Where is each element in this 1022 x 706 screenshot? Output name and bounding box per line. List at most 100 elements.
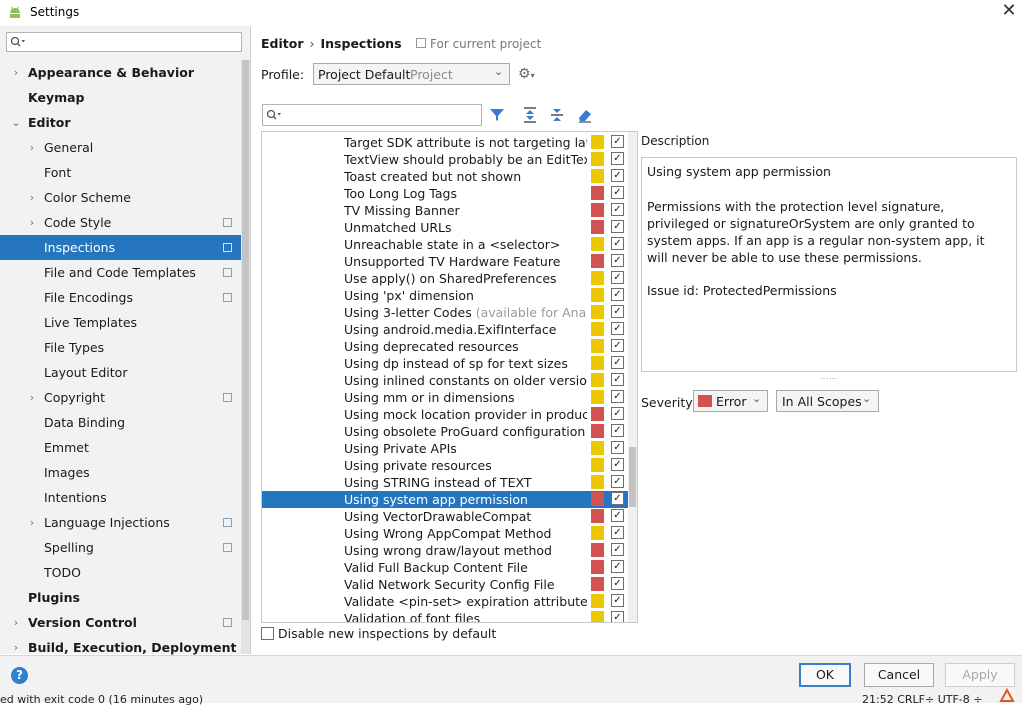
- sidebar-item[interactable]: Inspections: [0, 235, 241, 260]
- chevron-right-icon[interactable]: ›: [26, 385, 38, 410]
- inspection-checkbox[interactable]: ✓: [611, 356, 624, 369]
- inspection-row[interactable]: Using Wrong AppCompat Method ✓: [262, 525, 628, 542]
- inspection-checkbox[interactable]: ✓: [611, 322, 624, 335]
- sidebar-item[interactable]: › Version Control: [0, 610, 241, 635]
- inspections-search-input[interactable]: [262, 104, 482, 126]
- chevron-down-icon[interactable]: ⌄: [10, 110, 22, 135]
- sidebar-item[interactable]: TODO: [0, 560, 241, 585]
- chevron-right-icon[interactable]: ›: [26, 210, 38, 235]
- chevron-right-icon[interactable]: ›: [10, 610, 22, 635]
- inspection-checkbox[interactable]: ✓: [611, 577, 624, 590]
- inspection-row[interactable]: Using VectorDrawableCompat ✓: [262, 508, 628, 525]
- inspection-row[interactable]: Using system app permission ✓: [262, 491, 628, 508]
- inspection-row[interactable]: Using obsolete ProGuard configuration ✓: [262, 423, 628, 440]
- inspection-row[interactable]: Using mock location provider in producti…: [262, 406, 628, 423]
- inspection-row[interactable]: Using android.media.ExifInterface ✓: [262, 321, 628, 338]
- collapse-all-icon[interactable]: [548, 106, 566, 124]
- inspection-row[interactable]: Using 'px' dimension ✓: [262, 287, 628, 304]
- sidebar-item[interactable]: ⌄ Editor: [0, 110, 241, 135]
- inspection-checkbox[interactable]: ✓: [611, 169, 624, 182]
- inspection-checkbox[interactable]: ✓: [611, 492, 624, 505]
- inspection-checkbox[interactable]: ✓: [611, 186, 624, 199]
- chevron-right-icon[interactable]: ›: [26, 185, 38, 210]
- inspection-checkbox[interactable]: ✓: [611, 254, 624, 267]
- inspection-checkbox[interactable]: ✓: [611, 220, 624, 233]
- inspection-checkbox[interactable]: ✓: [611, 373, 624, 386]
- sidebar-item[interactable]: Intentions: [0, 485, 241, 510]
- inspection-row[interactable]: Use apply() on SharedPreferences ✓: [262, 270, 628, 287]
- sidebar-item[interactable]: Font: [0, 160, 241, 185]
- chevron-right-icon[interactable]: ›: [10, 60, 22, 85]
- expand-all-icon[interactable]: [521, 106, 539, 124]
- inspection-checkbox[interactable]: ✓: [611, 509, 624, 522]
- sidebar-item[interactable]: Plugins: [0, 585, 241, 610]
- inspection-row[interactable]: Toast created but not shown ✓: [262, 168, 628, 185]
- inspection-row[interactable]: Using mm or in dimensions ✓: [262, 389, 628, 406]
- inspection-row[interactable]: Unmatched URLs ✓: [262, 219, 628, 236]
- help-icon[interactable]: ?: [11, 667, 28, 684]
- sidebar-item[interactable]: File Encodings: [0, 285, 241, 310]
- sidebar-item[interactable]: Images: [0, 460, 241, 485]
- ok-button[interactable]: OK: [799, 663, 851, 687]
- inspection-checkbox[interactable]: ✓: [611, 237, 624, 250]
- sidebar-item[interactable]: Data Binding: [0, 410, 241, 435]
- sidebar-item[interactable]: › General: [0, 135, 241, 160]
- inspection-checkbox[interactable]: ✓: [611, 305, 624, 318]
- settings-search-input[interactable]: [6, 32, 242, 52]
- inspection-row[interactable]: Unsupported TV Hardware Feature ✓: [262, 253, 628, 270]
- apply-button[interactable]: Apply: [945, 663, 1015, 687]
- sidebar-item[interactable]: Keymap: [0, 85, 241, 110]
- sidebar-item[interactable]: Emmet: [0, 435, 241, 460]
- cancel-button[interactable]: Cancel: [864, 663, 934, 687]
- sidebar-item[interactable]: Layout Editor: [0, 360, 241, 385]
- sidebar-item[interactable]: Spelling: [0, 535, 241, 560]
- gear-icon[interactable]: ⚙▾: [518, 66, 535, 82]
- inspection-row[interactable]: Valid Full Backup Content File ✓: [262, 559, 628, 576]
- sidebar-item[interactable]: File and Code Templates: [0, 260, 241, 285]
- inspection-row[interactable]: Using dp instead of sp for text sizes ✓: [262, 355, 628, 372]
- filter-icon[interactable]: [488, 106, 506, 124]
- sidebar-scrollbar-thumb[interactable]: [242, 60, 249, 620]
- inspection-row[interactable]: Using inlined constants on older version…: [262, 372, 628, 389]
- inspection-checkbox[interactable]: ✓: [611, 271, 624, 284]
- sidebar-item[interactable]: › Appearance & Behavior: [0, 60, 241, 85]
- inspection-row[interactable]: Unreachable state in a <selector> ✓: [262, 236, 628, 253]
- splitter-handle[interactable]: ⋯⋯: [820, 374, 838, 383]
- sidebar-item[interactable]: › Copyright: [0, 385, 241, 410]
- inspection-checkbox[interactable]: ✓: [611, 526, 624, 539]
- inspection-checkbox[interactable]: ✓: [611, 203, 624, 216]
- inspection-row[interactable]: Using deprecated resources ✓: [262, 338, 628, 355]
- inspection-row[interactable]: Using private resources ✓: [262, 457, 628, 474]
- inspection-row[interactable]: TextView should probably be an EditText ✓: [262, 151, 628, 168]
- inspection-row[interactable]: Too Long Log Tags ✓: [262, 185, 628, 202]
- chevron-right-icon[interactable]: ›: [26, 135, 38, 160]
- inspection-checkbox[interactable]: ✓: [611, 594, 624, 607]
- inspections-scrollbar[interactable]: [628, 132, 637, 622]
- inspection-row[interactable]: Using 3-letter Codes (available for Anal…: [262, 304, 628, 321]
- inspection-checkbox[interactable]: ✓: [611, 424, 624, 437]
- inspection-checkbox[interactable]: ✓: [611, 458, 624, 471]
- chevron-right-icon[interactable]: ›: [26, 510, 38, 535]
- inspection-row[interactable]: Validate <pin-set> expiration attribute ✓: [262, 593, 628, 610]
- inspection-row[interactable]: Using STRING instead of TEXT ✓: [262, 474, 628, 491]
- inspection-row[interactable]: Validation of font files ✓: [262, 610, 628, 622]
- inspection-checkbox[interactable]: ✓: [611, 339, 624, 352]
- inspection-checkbox[interactable]: ✓: [611, 611, 624, 622]
- inspection-row[interactable]: TV Missing Banner ✓: [262, 202, 628, 219]
- reset-eraser-icon[interactable]: [576, 106, 594, 124]
- inspection-checkbox[interactable]: ✓: [611, 390, 624, 403]
- inspection-row[interactable]: Valid Network Security Config File ✓: [262, 576, 628, 593]
- inspections-scrollbar-thumb[interactable]: [629, 447, 636, 507]
- inspection-checkbox[interactable]: ✓: [611, 152, 624, 165]
- inspection-row[interactable]: Using wrong draw/layout method ✓: [262, 542, 628, 559]
- inspection-checkbox[interactable]: ✓: [611, 560, 624, 573]
- sidebar-item[interactable]: › Code Style: [0, 210, 241, 235]
- inspection-checkbox[interactable]: ✓: [611, 475, 624, 488]
- close-button[interactable]: ✕: [998, 1, 1020, 23]
- inspection-checkbox[interactable]: ✓: [611, 135, 624, 148]
- inspection-checkbox[interactable]: ✓: [611, 543, 624, 556]
- inspection-row[interactable]: Using Private APIs ✓: [262, 440, 628, 457]
- sidebar-item[interactable]: Live Templates: [0, 310, 241, 335]
- sidebar-item[interactable]: › Language Injections: [0, 510, 241, 535]
- inspection-checkbox[interactable]: ✓: [611, 288, 624, 301]
